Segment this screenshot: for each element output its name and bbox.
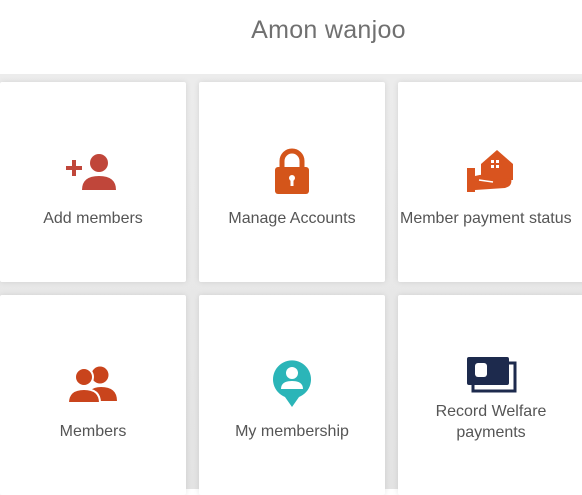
tile-label-members: Members — [59, 423, 127, 440]
user-pin-icon — [273, 360, 311, 407]
member-payment-status-tile[interactable]: Member payment status — [398, 82, 582, 282]
tile-label-line2: payments — [456, 424, 526, 441]
menu-grid: Add members Manage Accounts Member payme… — [0, 74, 582, 495]
lock-icon — [275, 148, 309, 194]
group-icon — [67, 366, 117, 404]
tile-label-record-welfare-payments: Record Welfare payments — [398, 401, 582, 443]
tile-label-member-payment-status: Member payment status — [400, 210, 572, 227]
tile-label-my-membership: My membership — [235, 423, 349, 440]
members-tile[interactable]: Members — [0, 295, 186, 495]
tile-label-manage-accounts: Manage Accounts — [228, 210, 356, 227]
add-members-tile[interactable]: Add members — [0, 82, 186, 282]
tile-label-line1: Record Welfare — [435, 403, 547, 420]
app-header: Amon wanjoo — [0, 0, 582, 74]
record-welfare-payments-tile[interactable]: Record Welfare payments — [398, 295, 582, 495]
banknote-icon — [467, 357, 517, 393]
my-membership-tile[interactable]: My membership — [199, 295, 385, 495]
tile-label-add-members: Add members — [43, 210, 143, 227]
house-hand-icon — [467, 150, 513, 192]
page-title: Amon wanjoo — [251, 16, 406, 44]
manage-accounts-tile[interactable]: Manage Accounts — [199, 82, 385, 282]
add-user-icon — [66, 154, 116, 190]
